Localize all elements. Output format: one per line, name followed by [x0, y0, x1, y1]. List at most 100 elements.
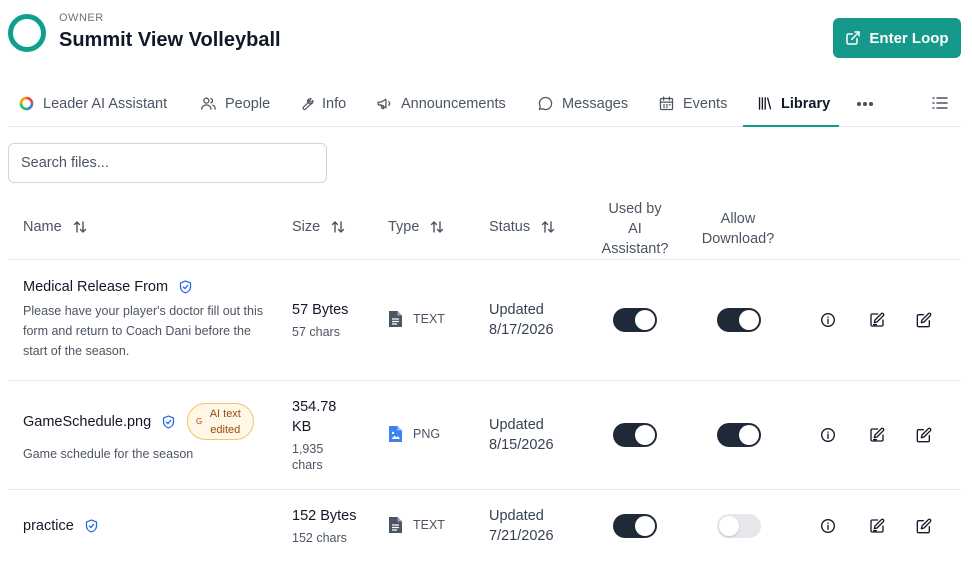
- file-char-count: 1,935 chars: [292, 441, 336, 473]
- file-name[interactable]: practice: [23, 518, 74, 534]
- status-date: 8/15/2026: [489, 437, 554, 453]
- column-type[interactable]: Type: [388, 219, 445, 235]
- info-button[interactable]: [818, 516, 838, 536]
- search-files-input[interactable]: [8, 143, 327, 183]
- info-button[interactable]: [818, 425, 838, 445]
- more-options-icon[interactable]: [857, 102, 875, 106]
- file-type: TEXT: [413, 518, 445, 532]
- column-label: Status: [489, 219, 531, 235]
- edit-document-icon: [870, 312, 885, 327]
- org-logo: [8, 14, 46, 52]
- tab-info[interactable]: Info: [298, 80, 346, 127]
- edit-content-button[interactable]: [867, 425, 887, 445]
- status-label: Updated: [489, 417, 544, 433]
- file-char-count: 57 chars: [292, 325, 340, 339]
- edit-content-button[interactable]: [867, 516, 887, 536]
- ai-assistant-icon: [19, 96, 34, 111]
- tab-label: Library: [781, 95, 831, 112]
- column-label: Download?: [701, 231, 775, 247]
- status-label: Updated: [489, 508, 544, 524]
- column-label: Type: [388, 219, 420, 235]
- tab-label: Events: [683, 95, 728, 112]
- edit-button[interactable]: [914, 516, 934, 536]
- info-button[interactable]: [818, 310, 838, 330]
- tab-library[interactable]: Library: [756, 80, 830, 127]
- char-count-unit: chars: [292, 458, 323, 472]
- column-label: AI: [628, 221, 642, 237]
- library-icon: [758, 97, 772, 110]
- tab-label: Info: [322, 95, 347, 112]
- column-used-by-ai: Used by AI Assistant?: [590, 199, 680, 259]
- tab-label: Announcements: [401, 95, 506, 112]
- edit-content-button[interactable]: [867, 310, 887, 330]
- char-count-value: 1,935: [292, 442, 324, 456]
- file-char-count: 152 chars: [292, 531, 347, 545]
- column-name[interactable]: Name: [23, 219, 88, 235]
- info-icon: [821, 519, 835, 533]
- verified-shield-icon: [85, 519, 97, 533]
- list-view-icon[interactable]: [932, 96, 948, 110]
- tab-events[interactable]: Events: [658, 80, 727, 127]
- column-size[interactable]: Size: [292, 219, 346, 235]
- info-icon: [821, 313, 835, 327]
- sort-icon: [332, 221, 345, 233]
- column-label: Used by: [608, 201, 662, 217]
- edit-button[interactable]: [914, 425, 934, 445]
- enter-loop-label: Enter Loop: [869, 29, 949, 47]
- allow-download-toggle[interactable]: [717, 308, 761, 332]
- enter-loop-button[interactable]: Enter Loop: [833, 18, 961, 58]
- used-by-ai-toggle[interactable]: [613, 423, 657, 447]
- edit-document-icon: [870, 518, 885, 533]
- tab-leader-ai-assistant[interactable]: Leader AI Assistant: [18, 80, 167, 127]
- megaphone-icon: [377, 98, 391, 110]
- chat-bubble-icon: [538, 96, 553, 111]
- tab-messages[interactable]: Messages: [537, 80, 628, 127]
- tab-people[interactable]: People: [200, 80, 270, 127]
- file-type: PNG: [413, 427, 441, 441]
- column-status[interactable]: Status: [489, 219, 556, 235]
- org-header: OWNER Summit View Volleyball: [8, 12, 281, 52]
- page-title: Summit View Volleyball: [59, 29, 281, 51]
- file-description: Game schedule for the season: [23, 447, 194, 461]
- tab-label: Messages: [562, 95, 629, 112]
- used-by-ai-toggle[interactable]: [613, 308, 657, 332]
- table-header: Name Size Type Status Used by AI Assista…: [8, 198, 961, 260]
- allow-download-toggle[interactable]: [717, 423, 761, 447]
- file-size: 57 Bytes: [292, 302, 349, 318]
- file-name[interactable]: Medical Release From: [23, 279, 168, 295]
- used-by-ai-toggle[interactable]: [613, 514, 657, 538]
- pencil-square-icon: [916, 427, 932, 443]
- pencil-square-icon: [916, 518, 932, 534]
- status-date: 8/17/2026: [489, 322, 554, 338]
- column-label: Allow: [720, 211, 756, 227]
- tab-label: Leader AI Assistant: [43, 95, 168, 112]
- file-name[interactable]: GameSchedule.png: [23, 414, 151, 430]
- tab-bar: Leader AI Assistant People Info Announce…: [8, 80, 961, 127]
- edit-document-icon: [870, 427, 885, 442]
- edit-button[interactable]: [914, 310, 934, 330]
- ai-spark-icon: G: [196, 416, 203, 426]
- allow-download-toggle[interactable]: [717, 514, 761, 538]
- sort-icon: [431, 221, 444, 233]
- verified-shield-icon: [163, 414, 175, 429]
- text-file-icon: [389, 311, 402, 327]
- wrench-icon: [302, 97, 314, 110]
- file-type: TEXT: [413, 312, 445, 326]
- role-label: OWNER: [59, 12, 104, 24]
- people-icon: [201, 97, 216, 110]
- status-label: Updated: [489, 302, 544, 318]
- column-label: Assistant?: [601, 241, 669, 257]
- badge-label: AI text edited: [209, 407, 241, 436]
- table-row: Medical Release From Please have your pl…: [8, 260, 961, 381]
- column-label: Size: [292, 219, 321, 235]
- file-size: 354.78 KB: [292, 397, 336, 437]
- table-row: practice 152 Bytes 152 chars TEXT Update…: [8, 490, 961, 562]
- status-date: 7/21/2026: [489, 528, 554, 544]
- tab-announcements[interactable]: Announcements: [376, 80, 506, 127]
- tab-label: People: [225, 95, 271, 112]
- calendar-icon: [659, 96, 674, 111]
- pencil-square-icon: [916, 312, 932, 328]
- external-link-icon: [846, 31, 861, 45]
- sort-icon: [73, 221, 86, 233]
- column-label: Name: [23, 219, 62, 235]
